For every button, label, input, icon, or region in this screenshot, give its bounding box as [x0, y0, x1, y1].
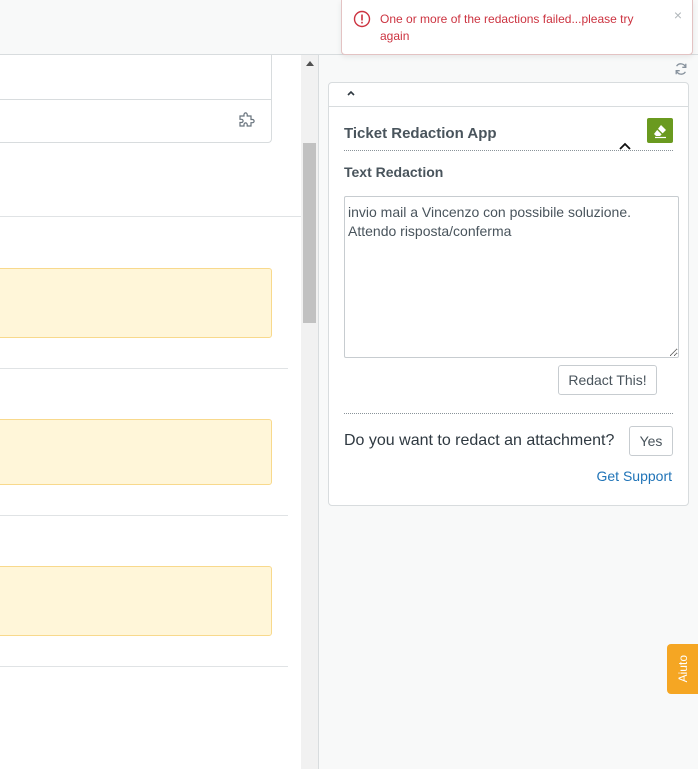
- eraser-icon: [654, 124, 666, 138]
- help-tab-label: Aiuto: [675, 655, 690, 683]
- scroll-up-arrow-icon[interactable]: [301, 55, 318, 72]
- redact-this-button[interactable]: Redact This!: [558, 365, 657, 395]
- error-circle-icon: [353, 10, 371, 28]
- scrollbar-thumb[interactable]: [303, 143, 316, 323]
- puzzle-icon[interactable]: [237, 111, 257, 129]
- error-toast: One or more of the redactions failed...p…: [341, 0, 693, 55]
- text-redaction-label: Text Redaction: [344, 164, 444, 180]
- caret-up-icon[interactable]: [346, 89, 356, 97]
- redaction-textarea[interactable]: invio mail a Vincenzo con possibile solu…: [344, 196, 679, 358]
- get-support-link[interactable]: Get Support: [597, 468, 673, 484]
- section-divider: [344, 413, 673, 414]
- help-tab[interactable]: Aiuto: [667, 644, 698, 694]
- internal-note: [0, 419, 272, 485]
- divider: [0, 216, 301, 217]
- ticket-pane: [0, 55, 301, 769]
- close-icon[interactable]: ×: [674, 8, 682, 22]
- chevron-up-icon[interactable]: [618, 141, 632, 151]
- app-header: [329, 83, 688, 107]
- yes-button[interactable]: Yes: [629, 426, 673, 456]
- internal-note: [0, 268, 272, 338]
- internal-note: [0, 566, 272, 636]
- divider: [0, 368, 288, 369]
- toast-message: One or more of the redactions failed...p…: [380, 12, 634, 43]
- eraser-button[interactable]: [647, 118, 673, 143]
- divider: [0, 666, 288, 667]
- card-divider: [0, 99, 271, 100]
- divider: [0, 515, 288, 516]
- ticket-card: [0, 55, 272, 143]
- refresh-icon[interactable]: [674, 62, 688, 76]
- scrollbar[interactable]: [301, 55, 318, 769]
- app-title: Ticket Redaction App: [344, 125, 497, 142]
- apps-pane: Ticket Redaction App Text Redaction invi…: [319, 55, 698, 769]
- attachment-question: Do you want to redact an attachment?: [344, 432, 615, 449]
- redaction-app-panel: Ticket Redaction App Text Redaction invi…: [328, 82, 689, 506]
